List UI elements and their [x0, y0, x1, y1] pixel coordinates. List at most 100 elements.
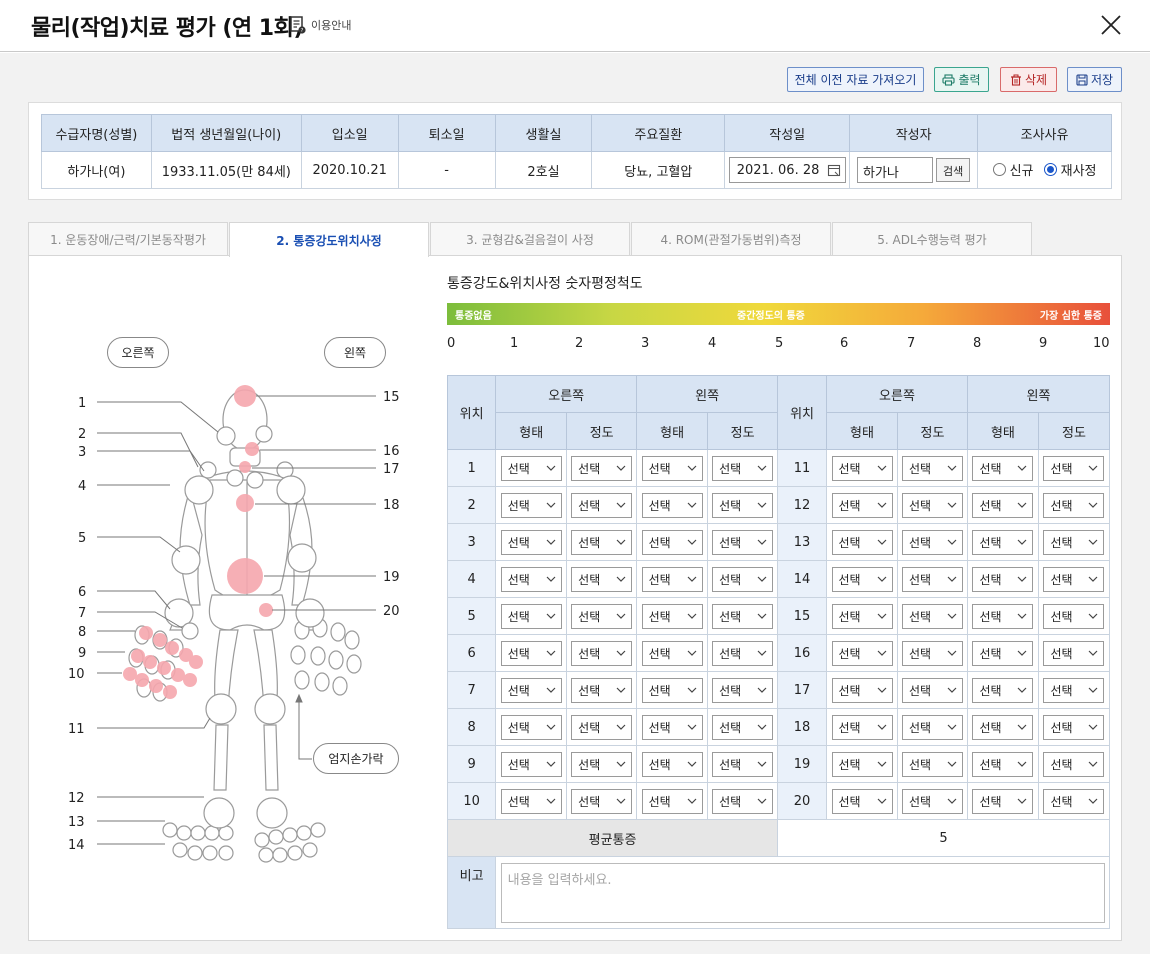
select-dropdown[interactable]: 선택 [712, 751, 774, 777]
select-dropdown[interactable]: 선택 [901, 714, 963, 740]
select-dropdown[interactable]: 선택 [571, 714, 633, 740]
select-dropdown[interactable]: 선택 [831, 751, 893, 777]
select-dropdown[interactable]: 선택 [641, 677, 703, 703]
import-previous-button[interactable]: 전체 이전 자료 가져오기 [787, 67, 924, 92]
select-dropdown[interactable]: 선택 [571, 751, 633, 777]
select-dropdown[interactable]: 선택 [1043, 603, 1105, 629]
save-button[interactable]: 저장 [1067, 67, 1122, 92]
select-dropdown[interactable]: 선택 [831, 455, 893, 481]
tab-motor[interactable]: 1. 운동장애/근력/기본동작평가 [28, 222, 228, 256]
select-dropdown[interactable]: 선택 [641, 714, 703, 740]
select-cell: 선택 [707, 597, 779, 635]
select-dropdown[interactable]: 선택 [831, 640, 893, 666]
select-dropdown[interactable]: 선택 [901, 529, 963, 555]
select-dropdown[interactable]: 선택 [972, 788, 1034, 814]
select-dropdown[interactable]: 선택 [571, 640, 633, 666]
select-dropdown[interactable]: 선택 [571, 455, 633, 481]
select-dropdown[interactable]: 선택 [571, 788, 633, 814]
select-dropdown[interactable]: 선택 [500, 788, 562, 814]
close-icon[interactable] [1098, 12, 1124, 38]
select-dropdown[interactable]: 선택 [901, 788, 963, 814]
print-button[interactable]: 출력 [934, 67, 989, 92]
select-dropdown[interactable]: 선택 [712, 566, 774, 592]
writer-input[interactable]: 하가나 [857, 157, 934, 183]
tab-balance[interactable]: 3. 균형감&걸음걸이 사정 [430, 222, 630, 256]
select-dropdown[interactable]: 선택 [1043, 566, 1105, 592]
select-dropdown[interactable]: 선택 [641, 529, 703, 555]
select-dropdown[interactable]: 선택 [712, 677, 774, 703]
select-dropdown[interactable]: 선택 [901, 603, 963, 629]
select-dropdown[interactable]: 선택 [901, 566, 963, 592]
select-dropdown[interactable]: 선택 [571, 566, 633, 592]
select-dropdown[interactable]: 선택 [641, 751, 703, 777]
select-dropdown[interactable]: 선택 [972, 455, 1034, 481]
select-dropdown[interactable]: 선택 [1043, 455, 1105, 481]
select-dropdown[interactable]: 선택 [1043, 640, 1105, 666]
select-dropdown[interactable]: 선택 [712, 640, 774, 666]
select-dropdown[interactable]: 선택 [500, 603, 562, 629]
select-dropdown[interactable]: 선택 [972, 714, 1034, 740]
select-dropdown[interactable]: 선택 [500, 751, 562, 777]
select-dropdown[interactable]: 선택 [901, 492, 963, 518]
select-dropdown[interactable]: 선택 [972, 492, 1034, 518]
select-dropdown[interactable]: 선택 [500, 714, 562, 740]
select-dropdown[interactable]: 선택 [901, 677, 963, 703]
reason-reassess-radio[interactable]: 재사정 [1043, 160, 1097, 179]
select-dropdown[interactable]: 선택 [641, 492, 703, 518]
select-dropdown[interactable]: 선택 [641, 603, 703, 629]
select-dropdown[interactable]: 선택 [901, 751, 963, 777]
select-dropdown[interactable]: 선택 [1043, 714, 1105, 740]
select-dropdown[interactable]: 선택 [972, 603, 1034, 629]
select-dropdown[interactable]: 선택 [712, 455, 774, 481]
select-dropdown[interactable]: 선택 [1043, 751, 1105, 777]
select-dropdown[interactable]: 선택 [972, 751, 1034, 777]
select-dropdown[interactable]: 선택 [500, 492, 562, 518]
select-dropdown[interactable]: 선택 [831, 677, 893, 703]
guide-link[interactable]: ? 이용안내 [290, 16, 351, 34]
select-dropdown[interactable]: 선택 [641, 640, 703, 666]
select-dropdown[interactable]: 선택 [901, 455, 963, 481]
select-dropdown[interactable]: 선택 [500, 566, 562, 592]
select-dropdown[interactable]: 선택 [500, 455, 562, 481]
select-dropdown[interactable]: 선택 [500, 640, 562, 666]
select-dropdown[interactable]: 선택 [571, 603, 633, 629]
select-dropdown[interactable]: 선택 [712, 492, 774, 518]
select-dropdown[interactable]: 선택 [500, 529, 562, 555]
tab-pain[interactable]: 2. 통증강도위치사정 [229, 222, 429, 257]
writer-search-button[interactable]: 검색 [936, 158, 971, 182]
select-dropdown[interactable]: 선택 [831, 788, 893, 814]
calendar-icon[interactable] [827, 163, 841, 177]
reason-new-radio[interactable]: 신규 [992, 160, 1033, 179]
select-dropdown[interactable]: 선택 [641, 455, 703, 481]
select-dropdown[interactable]: 선택 [712, 788, 774, 814]
select-dropdown[interactable]: 선택 [1043, 677, 1105, 703]
select-dropdown[interactable]: 선택 [641, 788, 703, 814]
select-dropdown[interactable]: 선택 [500, 677, 562, 703]
select-dropdown[interactable]: 선택 [712, 603, 774, 629]
delete-button[interactable]: 삭제 [1000, 67, 1057, 92]
tab-adl[interactable]: 5. ADL수행능력 평가 [832, 222, 1032, 256]
select-dropdown[interactable]: 선택 [1043, 529, 1105, 555]
select-dropdown[interactable]: 선택 [831, 529, 893, 555]
select-dropdown[interactable]: 선택 [972, 677, 1034, 703]
tab-rom[interactable]: 4. ROM(관절가동범위)측정 [631, 222, 831, 256]
select-dropdown[interactable]: 선택 [641, 566, 703, 592]
note-textarea[interactable]: 내용을 입력하세요. [500, 862, 1105, 923]
select-dropdown[interactable]: 선택 [571, 492, 633, 518]
select-dropdown[interactable]: 선택 [571, 677, 633, 703]
select-dropdown[interactable]: 선택 [901, 640, 963, 666]
select-dropdown[interactable]: 선택 [571, 529, 633, 555]
select-dropdown[interactable]: 선택 [712, 714, 774, 740]
select-dropdown[interactable]: 선택 [831, 492, 893, 518]
select-dropdown[interactable]: 선택 [831, 714, 893, 740]
select-dropdown[interactable]: 선택 [1043, 788, 1105, 814]
write-date-input[interactable]: 2021. 06. 28 [728, 157, 846, 183]
select-dropdown[interactable]: 선택 [831, 603, 893, 629]
select-dropdown[interactable]: 선택 [1043, 492, 1105, 518]
select-dropdown[interactable]: 선택 [972, 640, 1034, 666]
chevron-down-icon [546, 613, 556, 619]
select-dropdown[interactable]: 선택 [712, 529, 774, 555]
select-dropdown[interactable]: 선택 [972, 529, 1034, 555]
select-dropdown[interactable]: 선택 [831, 566, 893, 592]
select-dropdown[interactable]: 선택 [972, 566, 1034, 592]
